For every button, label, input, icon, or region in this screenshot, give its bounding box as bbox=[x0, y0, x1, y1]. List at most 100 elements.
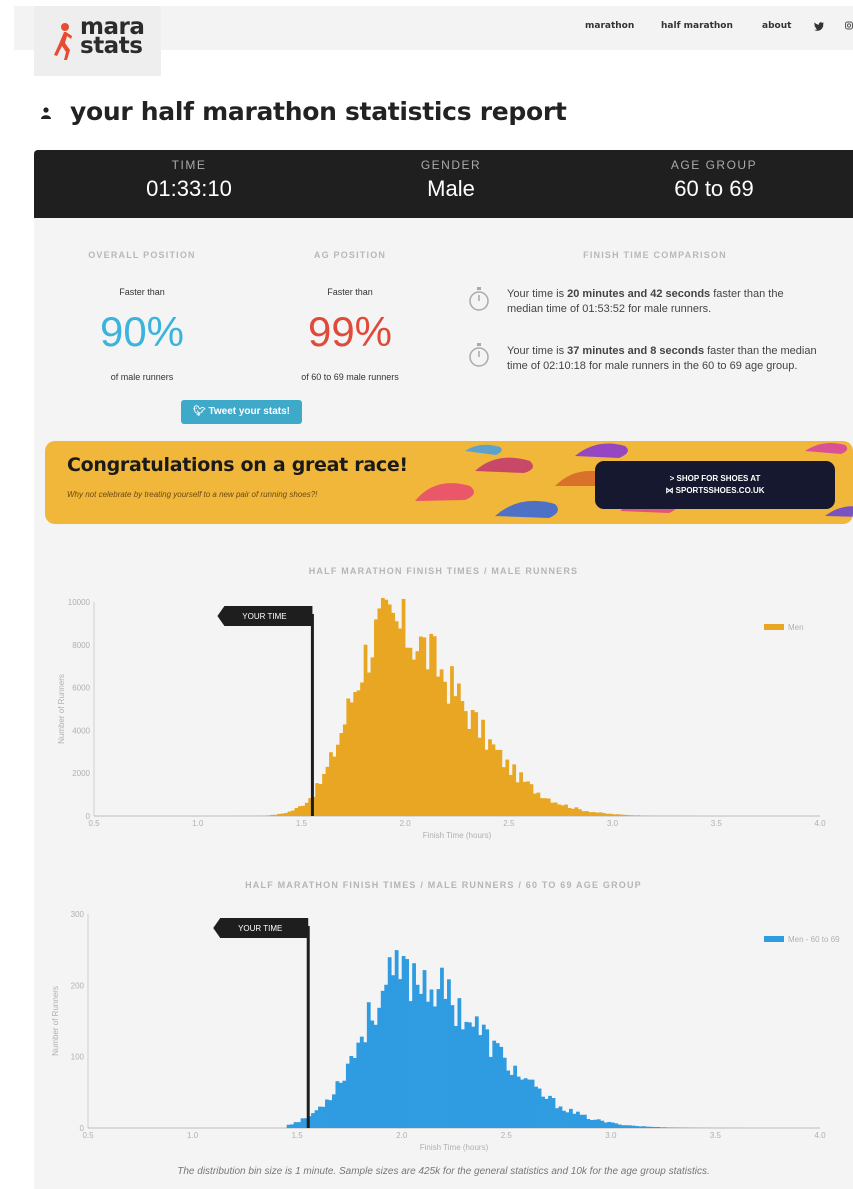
histogram-bar bbox=[515, 782, 520, 816]
histogram-bar bbox=[366, 1002, 371, 1128]
histogram-bar bbox=[488, 1056, 493, 1128]
histogram-bar bbox=[491, 744, 496, 816]
histogram-bar bbox=[360, 682, 364, 816]
histogram-bar bbox=[457, 998, 462, 1128]
histogram-bar bbox=[478, 1035, 483, 1128]
age-group-summary: AGE GROUP 60 to 69 bbox=[594, 158, 834, 202]
histogram-bar bbox=[656, 1126, 660, 1128]
histogram-bar bbox=[508, 775, 513, 816]
histogram-bar bbox=[270, 814, 275, 816]
histogram-bar bbox=[560, 805, 565, 816]
histogram-bar bbox=[352, 1058, 357, 1128]
histogram-bar bbox=[636, 815, 641, 816]
tweet-stats-label: Tweet your stats! bbox=[208, 406, 290, 417]
user-icon bbox=[41, 107, 51, 119]
y-tick-label: 200 bbox=[71, 981, 85, 990]
histogram-bar bbox=[495, 1043, 500, 1128]
histogram-bar bbox=[398, 628, 402, 816]
histogram-bar bbox=[342, 724, 347, 816]
nav-marathon[interactable]: marathon bbox=[585, 21, 634, 31]
histogram-bar bbox=[373, 1024, 378, 1128]
histogram-bar bbox=[501, 767, 506, 816]
histogram-bar bbox=[619, 814, 624, 816]
histogram-bar bbox=[370, 657, 375, 816]
histogram-bar bbox=[464, 1021, 469, 1128]
y-tick-label: 2000 bbox=[72, 769, 90, 778]
x-tick-label: 1.0 bbox=[192, 819, 204, 828]
histogram-bar bbox=[495, 749, 499, 816]
histogram-bar bbox=[356, 690, 361, 816]
histogram-bar bbox=[474, 1016, 479, 1128]
histogram-bar bbox=[467, 1022, 472, 1128]
histogram-bar bbox=[609, 813, 613, 816]
logo-text[interactable]: mara stats bbox=[80, 16, 145, 58]
histogram-bar bbox=[380, 597, 385, 816]
chart-title-age-group: HALF MARATHON FINISH TIMES / MALE RUNNER… bbox=[245, 880, 642, 890]
histogram-bar bbox=[291, 810, 295, 816]
histogram-bar bbox=[502, 1057, 507, 1128]
x-tick-label: 1.5 bbox=[296, 819, 308, 828]
gender-label: GENDER bbox=[420, 158, 482, 172]
histogram-bar bbox=[544, 1098, 549, 1128]
y-tick-label: 10000 bbox=[68, 598, 91, 607]
nav-about[interactable]: about bbox=[762, 21, 791, 31]
histogram-bar bbox=[300, 1118, 305, 1128]
twitter-icon[interactable] bbox=[814, 22, 824, 31]
histogram-bar bbox=[432, 636, 437, 816]
histogram-bar bbox=[526, 781, 530, 816]
stopwatch-icon bbox=[469, 343, 489, 367]
histogram-bar bbox=[329, 752, 333, 816]
histogram-bar bbox=[506, 1070, 511, 1128]
instagram-icon[interactable] bbox=[845, 21, 853, 31]
finish-comparison-heading: FINISH TIME COMPARISON bbox=[583, 250, 727, 260]
histogram-bar bbox=[408, 1001, 413, 1128]
histogram-bar bbox=[463, 711, 468, 816]
shop-for-shoes-button[interactable]: > SHOP FOR SHOES AT ⋈ SPORTSSHOES.CO.UK bbox=[595, 461, 835, 509]
time-value: 01:33:10 bbox=[146, 176, 232, 201]
ag-faster-than: Faster than bbox=[327, 287, 373, 297]
histogram-bar bbox=[429, 633, 434, 816]
histogram-bar bbox=[440, 967, 444, 1128]
histogram-bar bbox=[593, 1119, 598, 1128]
histogram-bar bbox=[588, 812, 593, 816]
histogram-bar bbox=[629, 815, 634, 816]
shoes-promo-banner[interactable]: Congratulations on a great race! Why not… bbox=[45, 441, 853, 524]
histogram-bar bbox=[617, 1124, 622, 1128]
histogram-bar bbox=[377, 1007, 382, 1128]
histogram-bar bbox=[519, 772, 523, 816]
histogram-bar bbox=[505, 759, 510, 816]
histogram-bar bbox=[460, 1029, 465, 1128]
x-tick-label: 2.5 bbox=[503, 819, 515, 828]
histogram-bar bbox=[529, 784, 534, 816]
age-group-label: AGE GROUP bbox=[670, 158, 758, 172]
histogram-bar bbox=[315, 783, 320, 816]
histogram-bar bbox=[642, 1126, 647, 1128]
tweet-stats-button[interactable]: 🐦︎ Tweet your stats! bbox=[181, 400, 302, 424]
y-tick-label: 300 bbox=[71, 910, 85, 919]
overall-percentage: 90% bbox=[99, 308, 185, 355]
histogram-bar bbox=[273, 814, 278, 816]
histogram-bar bbox=[293, 1122, 298, 1128]
histogram-bar bbox=[391, 612, 396, 816]
histogram-bar bbox=[584, 811, 589, 816]
histogram-bar bbox=[353, 692, 358, 816]
histogram-bar bbox=[523, 1078, 528, 1128]
histogram-bar bbox=[551, 1098, 556, 1128]
histogram-bar bbox=[567, 808, 572, 816]
histogram-bar bbox=[443, 998, 448, 1128]
histogram-bar bbox=[290, 1124, 294, 1128]
histogram-bar bbox=[558, 1106, 563, 1128]
histogram-bar bbox=[398, 979, 403, 1128]
histogram-bar bbox=[533, 793, 537, 816]
histogram-bar bbox=[338, 1082, 343, 1128]
histogram-bar bbox=[546, 798, 551, 816]
histogram-bar bbox=[408, 647, 413, 816]
histogram-bar bbox=[384, 599, 389, 816]
histogram-bar bbox=[446, 703, 451, 816]
histogram-bar bbox=[553, 802, 558, 816]
gender-summary: GENDER Male bbox=[331, 158, 571, 202]
x-tick-label: 3.5 bbox=[710, 1131, 722, 1140]
histogram-bar bbox=[321, 1106, 326, 1128]
histogram-bar bbox=[555, 1108, 559, 1128]
nav-half-marathon[interactable]: half marathon bbox=[661, 21, 733, 31]
